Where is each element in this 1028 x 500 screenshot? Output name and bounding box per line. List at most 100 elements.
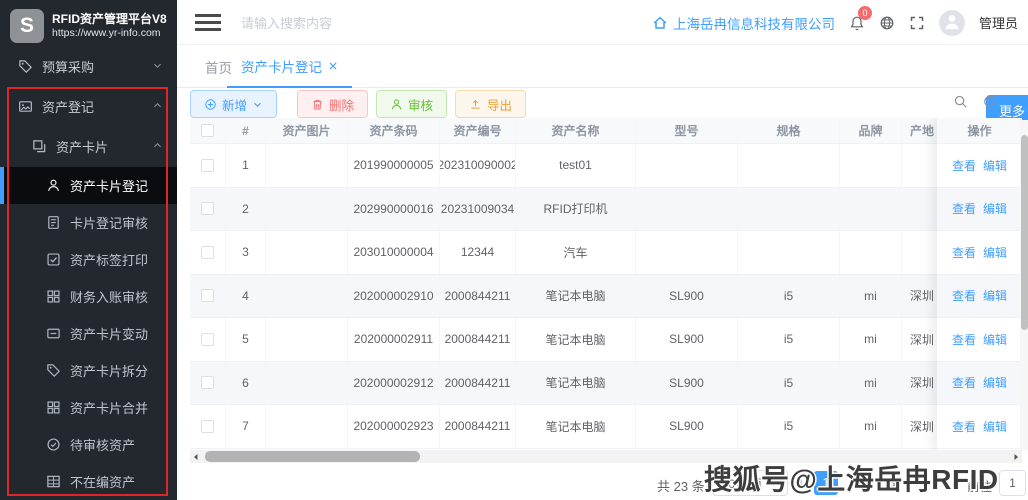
cell-name: RFID打印机 bbox=[516, 188, 636, 231]
logo-letter: S bbox=[20, 14, 34, 38]
row-checkbox[interactable] bbox=[201, 202, 214, 215]
table-row: 42020000029102000844211笔记本电脑SL900i5mi深圳 bbox=[190, 275, 1022, 319]
sidebar-item-asset-register[interactable]: 资产登记 bbox=[0, 88, 177, 124]
sidebar-item[interactable]: 资产卡片拆分 bbox=[0, 352, 177, 389]
next-page-button[interactable] bbox=[913, 478, 923, 488]
row-checkbox[interactable] bbox=[201, 376, 214, 389]
jump-page-input[interactable] bbox=[999, 470, 1026, 496]
sidebar: S RFID资产管理平台V8 https://www.yr-info.com 预… bbox=[0, 0, 177, 500]
scroll-right-icon[interactable] bbox=[1010, 450, 1022, 463]
select-all-checkbox[interactable] bbox=[201, 124, 214, 137]
search-icon[interactable] bbox=[953, 94, 968, 109]
globe-icon[interactable] bbox=[879, 15, 895, 31]
edit-link[interactable]: 编辑 bbox=[983, 157, 1007, 174]
cell-model bbox=[636, 144, 738, 187]
sidebar-item-active[interactable]: 资产卡片登记 bbox=[0, 167, 177, 204]
cell-spec: i5 bbox=[738, 405, 840, 448]
view-link[interactable]: 查看 bbox=[952, 287, 976, 304]
cell-image bbox=[266, 231, 348, 274]
edit-link[interactable]: 编辑 bbox=[983, 374, 1007, 391]
edit-link[interactable]: 编辑 bbox=[983, 200, 1007, 217]
fullscreen-icon[interactable] bbox=[909, 15, 925, 31]
cell-index: 2 bbox=[226, 188, 266, 231]
checksq-icon bbox=[46, 252, 61, 267]
cell-code: 12344 bbox=[440, 231, 516, 274]
column-header-code: 资产编号 bbox=[440, 118, 516, 143]
view-link[interactable]: 查看 bbox=[952, 331, 976, 348]
review-label: 审核 bbox=[408, 95, 433, 114]
delete-button[interactable]: 删除 bbox=[297, 90, 368, 118]
asset-table: #资产图片资产条码资产编号资产名称型号规格品牌产地 12019900000052… bbox=[190, 118, 1022, 450]
cell-brand bbox=[840, 144, 902, 187]
checkcircle-icon bbox=[46, 437, 61, 452]
cell-spec: i5 bbox=[738, 318, 840, 361]
chevron-up-icon bbox=[152, 139, 163, 154]
view-link[interactable]: 查看 bbox=[952, 157, 976, 174]
row-checkbox[interactable] bbox=[201, 420, 214, 433]
page-size-select[interactable]: 10条/页 bbox=[712, 470, 788, 496]
sidebar-item-label: 不在编资产 bbox=[70, 472, 135, 491]
cell-brand: mi bbox=[840, 405, 902, 448]
page-button[interactable]: 2 bbox=[847, 471, 871, 495]
export-button[interactable]: 导出 bbox=[455, 90, 526, 118]
menu-toggle-icon[interactable] bbox=[195, 14, 221, 36]
review-button[interactable]: 审核 bbox=[376, 90, 447, 118]
delete-label: 删除 bbox=[329, 95, 354, 114]
cell-spec bbox=[738, 231, 840, 274]
sidebar-item-label: 财务入账审核 bbox=[70, 287, 148, 306]
avatar[interactable] bbox=[939, 10, 965, 36]
table-row: 62020000029122000844211笔记本电脑SL900i5mi深圳 bbox=[190, 362, 1022, 406]
refresh-icon[interactable] bbox=[982, 94, 997, 109]
sidebar-item-label: 资产卡片 bbox=[56, 137, 108, 156]
previous-page-button[interactable] bbox=[795, 478, 805, 488]
total-count: 共 23 条 bbox=[657, 476, 705, 495]
add-button[interactable]: 新增 bbox=[190, 90, 277, 118]
sidebar-item[interactable]: 不在编资产 bbox=[0, 463, 177, 500]
view-link[interactable]: 查看 bbox=[952, 200, 976, 217]
horizontal-scrollbar-thumb[interactable] bbox=[205, 451, 420, 462]
row-checkbox[interactable] bbox=[201, 246, 214, 259]
edit-link[interactable]: 编辑 bbox=[983, 287, 1007, 304]
sidebar-item[interactable]: 资产卡片变动 bbox=[0, 315, 177, 352]
page-button[interactable]: 3 bbox=[880, 471, 904, 495]
search-input[interactable] bbox=[241, 11, 461, 35]
sidebar-item[interactable]: 资产标签打印 bbox=[0, 241, 177, 278]
sidebar-item[interactable]: 待审核资产 bbox=[0, 426, 177, 463]
view-link[interactable]: 查看 bbox=[952, 244, 976, 261]
sidebar-item[interactable]: 资产卡片合并 bbox=[0, 389, 177, 426]
edit-link[interactable]: 编辑 bbox=[983, 418, 1007, 435]
view-link[interactable]: 查看 bbox=[952, 374, 976, 391]
page-button[interactable]: 1 bbox=[814, 471, 838, 495]
sidebar-item[interactable]: 卡片登记审核 bbox=[0, 204, 177, 241]
column-header-operations: 操作 bbox=[937, 118, 1022, 144]
cell-name: test01 bbox=[516, 144, 636, 187]
cell-index: 5 bbox=[226, 318, 266, 361]
cell-barcode: 202000002911 bbox=[348, 318, 440, 361]
close-icon[interactable] bbox=[328, 61, 338, 71]
cell-spec: i5 bbox=[738, 362, 840, 405]
table-row: 320301000000412344汽车 bbox=[190, 231, 1022, 275]
cell-image bbox=[266, 275, 348, 318]
table-header: #资产图片资产条码资产编号资产名称型号规格品牌产地 bbox=[190, 118, 1022, 144]
horizontal-scrollbar[interactable] bbox=[190, 450, 1022, 463]
sidebar-item-asset-card[interactable]: 资产卡片 bbox=[0, 128, 177, 164]
scroll-left-icon[interactable] bbox=[190, 450, 202, 463]
vertical-scrollbar-thumb[interactable] bbox=[1021, 135, 1028, 330]
row-checkbox[interactable] bbox=[201, 159, 214, 172]
notifications-button[interactable]: 0 bbox=[849, 15, 865, 31]
tab-asset-card-register[interactable]: 资产卡片登记 bbox=[227, 45, 352, 88]
tab-bar: 首页 资产卡片登记 更多 bbox=[177, 45, 1028, 88]
edit-link[interactable]: 编辑 bbox=[983, 244, 1007, 261]
sidebar-item[interactable]: 财务入账审核 bbox=[0, 278, 177, 315]
row-checkbox[interactable] bbox=[201, 289, 214, 302]
vertical-scrollbar[interactable] bbox=[1020, 120, 1028, 450]
sidebar-item-label: 资产卡片拆分 bbox=[70, 361, 148, 380]
row-checkbox[interactable] bbox=[201, 333, 214, 346]
view-link[interactable]: 查看 bbox=[952, 418, 976, 435]
edit-link[interactable]: 编辑 bbox=[983, 331, 1007, 348]
sidebar-item-budget-purchase[interactable]: 预算采购 bbox=[0, 48, 177, 84]
cell-index: 3 bbox=[226, 231, 266, 274]
checkbox-cell bbox=[190, 405, 226, 448]
company-link[interactable]: 上海岳冉信息科技有限公司 bbox=[652, 13, 835, 33]
username: 管理员 bbox=[979, 13, 1018, 32]
